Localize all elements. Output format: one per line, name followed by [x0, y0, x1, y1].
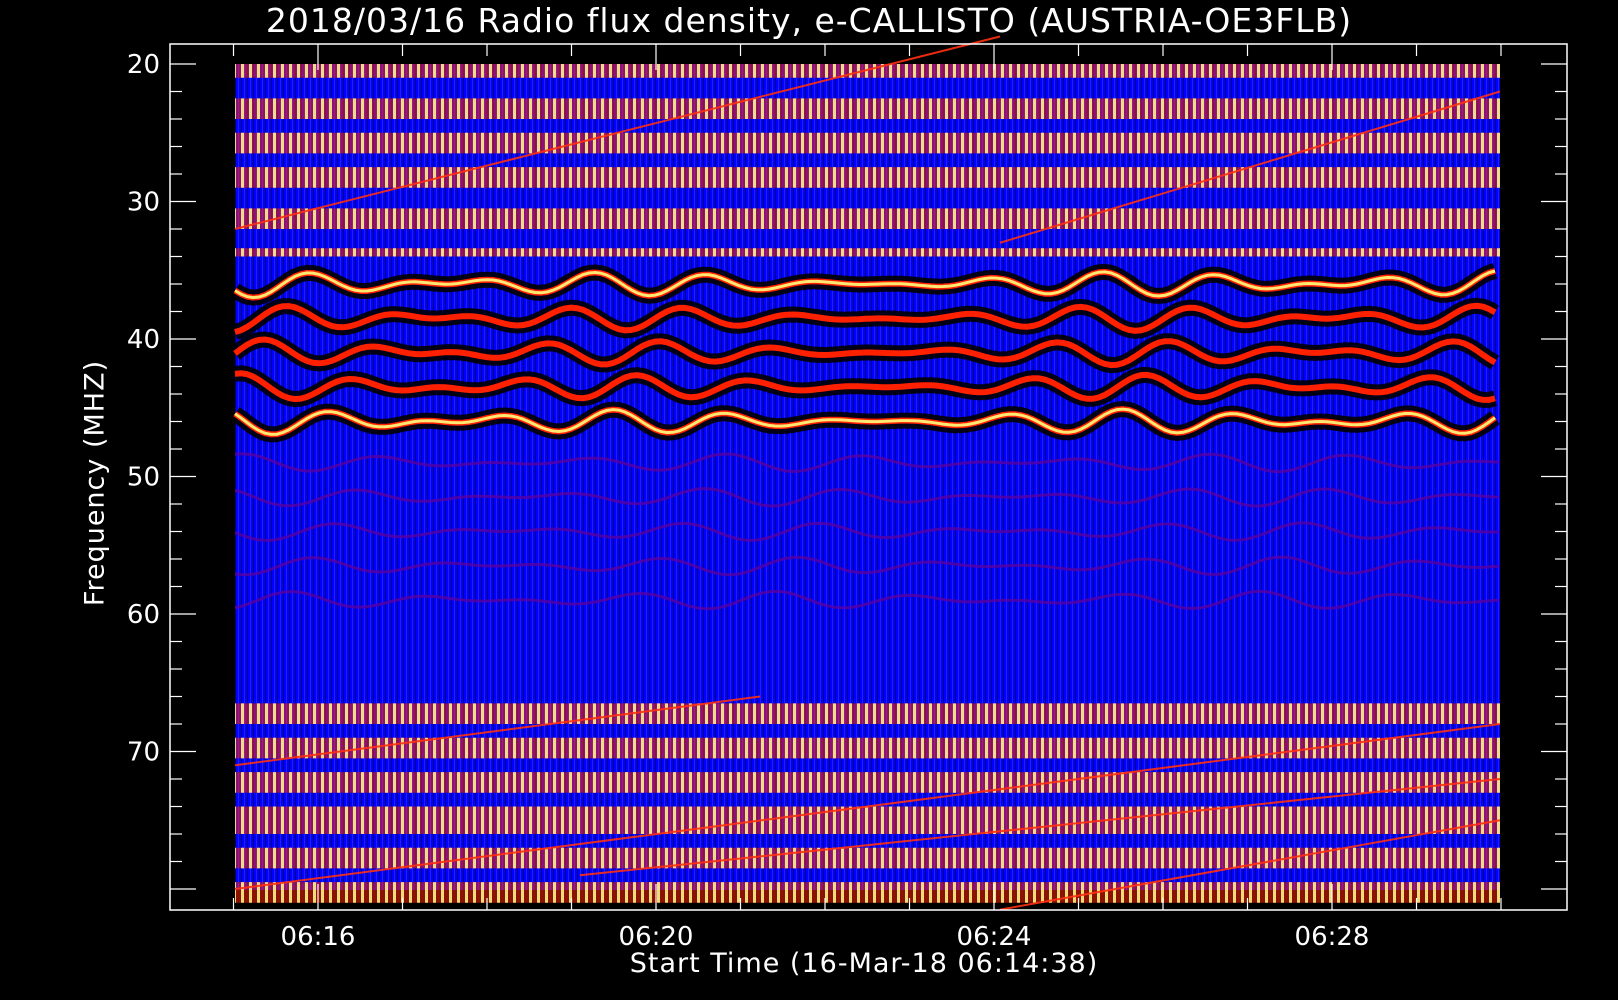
interference-stripes: [235, 208, 1500, 229]
y-tick-label: 70: [127, 738, 160, 768]
heatmap-noise: [235, 64, 1500, 890]
y-tick-label: 40: [127, 325, 160, 355]
interference-stripes: [235, 772, 1500, 793]
chart-title: 2018/03/16 Radio flux density, e-CALLIST…: [265, 1, 1353, 40]
y-axis-label: Frequency (MHZ): [79, 359, 111, 607]
y-tick-label: 60: [127, 600, 160, 630]
interference-stripes: [235, 806, 1500, 834]
interference-stripes: [235, 882, 1500, 903]
spectrogram-chart: 20304050607006:16 06:20 06:24 06:28: [127, 35, 1568, 952]
interference-stripes: [235, 167, 1500, 188]
interference-stripes: [235, 132, 1500, 154]
spectrogram-heatmap: [230, 35, 1501, 911]
interference-stripes: [235, 64, 1500, 78]
interference-stripes: [235, 248, 1500, 257]
interference-stripes: [235, 703, 1500, 724]
y-tick-label: 30: [127, 188, 160, 218]
interference-stripes: [235, 847, 1500, 869]
y-tick-label: 50: [127, 463, 160, 493]
x-axis-label: Start Time (16-Mar-18 06:14:38): [629, 948, 1099, 979]
y-tick-label: 20: [127, 50, 160, 80]
interference-stripes: [235, 98, 1500, 119]
